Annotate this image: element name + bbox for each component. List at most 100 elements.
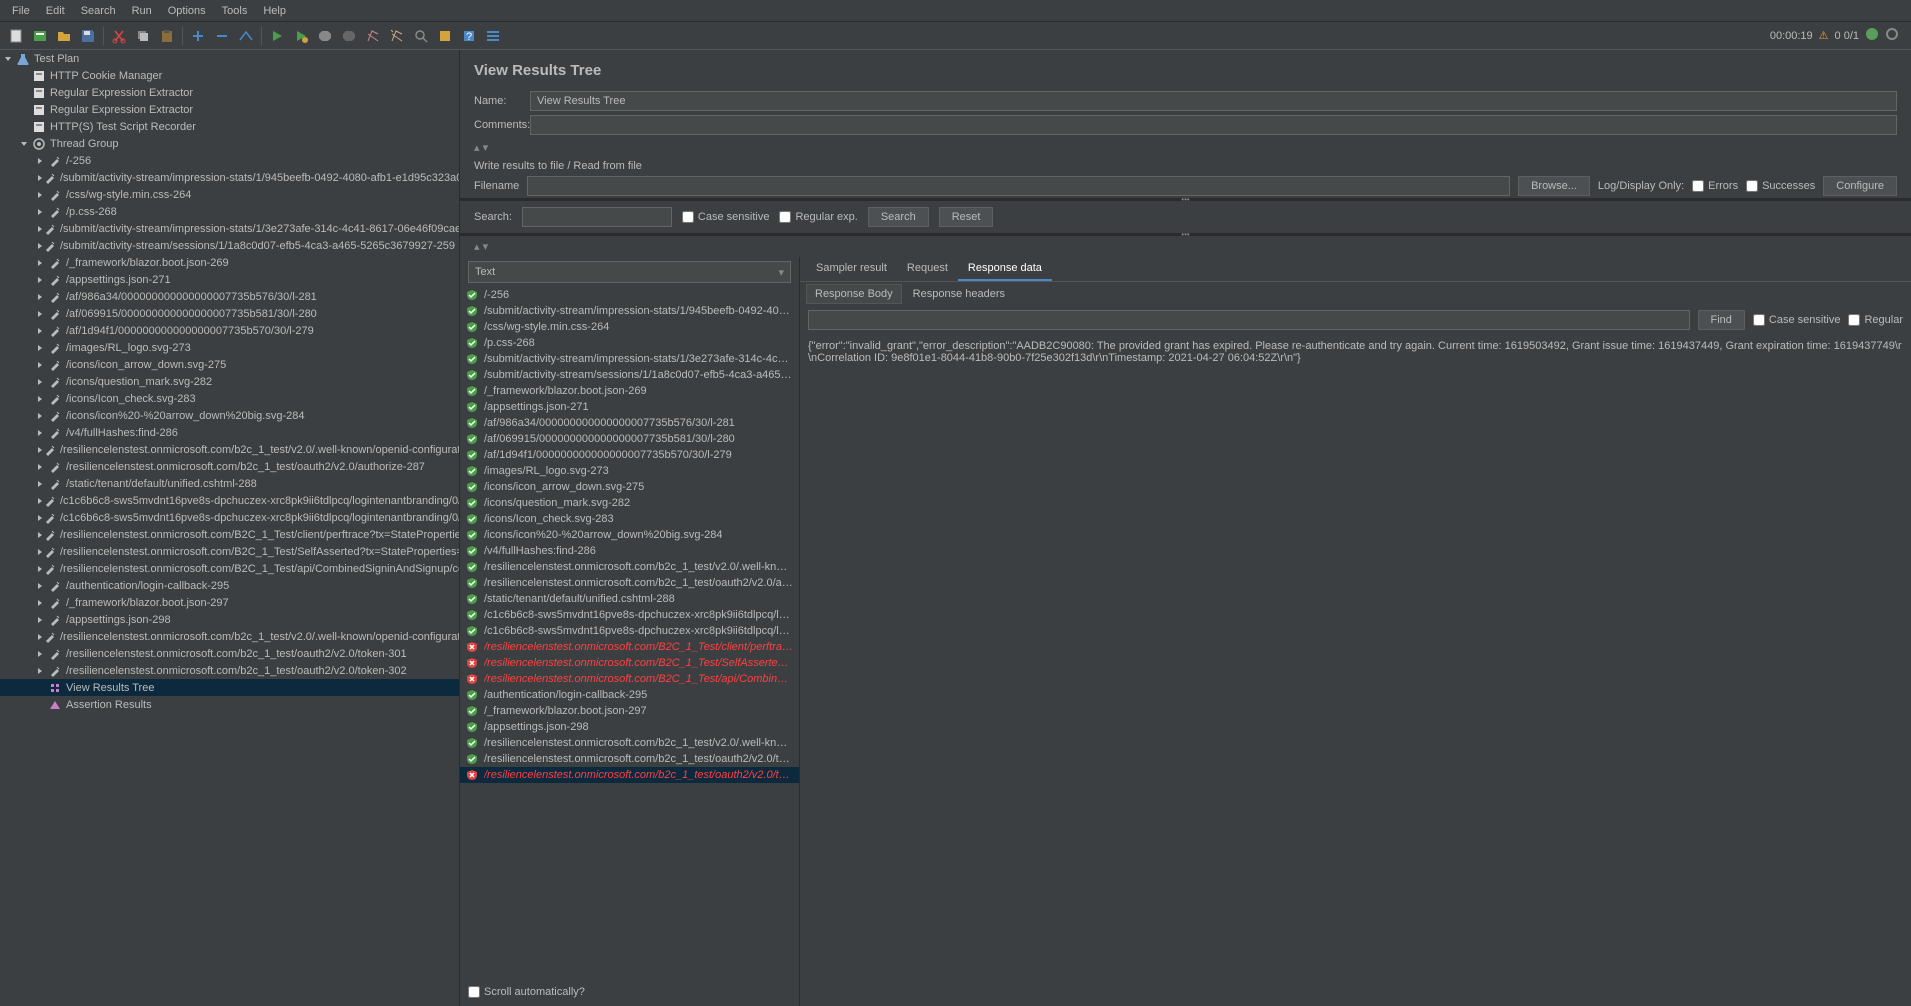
new-icon[interactable] bbox=[5, 25, 27, 47]
name-input[interactable] bbox=[530, 91, 1897, 111]
tab-response-data[interactable]: Response data bbox=[958, 257, 1052, 281]
result-row[interactable]: /appsettings.json-271 bbox=[460, 399, 799, 415]
tree-node[interactable]: /icons/icon_arrow_down.svg-275 bbox=[0, 356, 459, 373]
copy-icon[interactable] bbox=[132, 25, 154, 47]
result-list[interactable]: /-256/submit/activity-stream/impression-… bbox=[460, 287, 799, 978]
result-row[interactable]: /-256 bbox=[460, 287, 799, 303]
result-row[interactable]: /af/986a34/000000000000000007735b576/30/… bbox=[460, 415, 799, 431]
find-regex-checkbox[interactable]: Regular bbox=[1848, 314, 1903, 326]
start-icon[interactable] bbox=[266, 25, 288, 47]
test-plan-tree[interactable]: Test PlanHTTP Cookie ManagerRegular Expr… bbox=[0, 50, 460, 1006]
toggle-icon[interactable] bbox=[235, 25, 257, 47]
save-icon[interactable] bbox=[77, 25, 99, 47]
tree-node[interactable]: /_framework/blazor.boot.json-269 bbox=[0, 254, 459, 271]
comments-input[interactable] bbox=[530, 115, 1897, 135]
tab-request[interactable]: Request bbox=[897, 257, 958, 281]
splitter[interactable] bbox=[460, 198, 1911, 201]
tree-node[interactable]: /icons/question_mark.svg-282 bbox=[0, 373, 459, 390]
result-row[interactable]: /af/069915/000000000000000007735b581/30/… bbox=[460, 431, 799, 447]
collapser[interactable]: ▴ ▾ bbox=[460, 236, 1911, 257]
tree-node[interactable]: /c1c6b6c8-sws5mvdnt16pve8s-dpchuczex-xrc… bbox=[0, 492, 459, 509]
result-row[interactable]: /icons/icon%20-%20arrow_down%20big.svg-2… bbox=[460, 527, 799, 543]
tree-node[interactable]: /-256 bbox=[0, 152, 459, 169]
result-row[interactable]: /submit/activity-stream/impression-stats… bbox=[460, 303, 799, 319]
result-row[interactable]: /c1c6b6c8-sws5mvdnt16pve8s-dpchuczex-xrc… bbox=[460, 607, 799, 623]
tree-node[interactable]: HTTP Cookie Manager bbox=[0, 67, 459, 84]
result-row[interactable]: /icons/icon_arrow_down.svg-275 bbox=[460, 479, 799, 495]
tree-node[interactable]: HTTP(S) Test Script Recorder bbox=[0, 118, 459, 135]
menu-file[interactable]: File bbox=[4, 5, 38, 17]
collapser[interactable]: ▴ ▾ bbox=[460, 137, 1911, 158]
tree-node[interactable]: View Results Tree bbox=[0, 679, 459, 696]
result-row[interactable]: /_framework/blazor.boot.json-297 bbox=[460, 703, 799, 719]
tree-node[interactable]: /af/1d94f1/000000000000000007735b570/30/… bbox=[0, 322, 459, 339]
menu-help[interactable]: Help bbox=[255, 5, 294, 17]
warn-icon[interactable]: ⚠ bbox=[1819, 29, 1829, 42]
paste-icon[interactable] bbox=[156, 25, 178, 47]
tree-node[interactable]: /css/wg-style.min.css-264 bbox=[0, 186, 459, 203]
response-body[interactable]: {"error":"invalid_grant","error_descript… bbox=[800, 334, 1911, 1006]
menu-run[interactable]: Run bbox=[124, 5, 160, 17]
tree-node[interactable]: /submit/activity-stream/sessions/1/1a8c0… bbox=[0, 237, 459, 254]
result-row[interactable]: /submit/activity-stream/sessions/1/1a8c0… bbox=[460, 367, 799, 383]
tree-node[interactable]: /resiliencelenstest.onmicrosoft.com/b2c_… bbox=[0, 441, 459, 458]
tab-sampler-result[interactable]: Sampler result bbox=[806, 257, 897, 281]
tree-node[interactable]: /v4/fullHashes:find-286 bbox=[0, 424, 459, 441]
tree-node[interactable]: /resiliencelenstest.onmicrosoft.com/B2C_… bbox=[0, 560, 459, 577]
list-icon[interactable] bbox=[482, 25, 504, 47]
tree-node[interactable]: /resiliencelenstest.onmicrosoft.com/b2c_… bbox=[0, 628, 459, 645]
result-row[interactable]: /authentication/login-callback-295 bbox=[460, 687, 799, 703]
tree-node[interactable]: /submit/activity-stream/impression-stats… bbox=[0, 220, 459, 237]
gear-icon[interactable] bbox=[1885, 27, 1899, 44]
result-row[interactable]: /css/wg-style.min.css-264 bbox=[460, 319, 799, 335]
start-no-timers-icon[interactable] bbox=[290, 25, 312, 47]
result-row[interactable]: /p.css-268 bbox=[460, 335, 799, 351]
result-row[interactable]: /static/tenant/default/unified.cshtml-28… bbox=[460, 591, 799, 607]
tree-node[interactable]: /resiliencelenstest.onmicrosoft.com/b2c_… bbox=[0, 458, 459, 475]
errors-checkbox[interactable]: Errors bbox=[1692, 180, 1738, 192]
search-input[interactable] bbox=[522, 207, 672, 227]
clear-icon[interactable] bbox=[362, 25, 384, 47]
tree-node[interactable]: /resiliencelenstest.onmicrosoft.com/B2C_… bbox=[0, 543, 459, 560]
result-row[interactable]: /resiliencelenstest.onmicrosoft.com/b2c_… bbox=[460, 575, 799, 591]
menu-options[interactable]: Options bbox=[160, 5, 214, 17]
tree-node[interactable]: /c1c6b6c8-sws5mvdnt16pve8s-dpchuczex-xrc… bbox=[0, 509, 459, 526]
result-row[interactable]: /submit/activity-stream/impression-stats… bbox=[460, 351, 799, 367]
help-icon[interactable]: ? bbox=[458, 25, 480, 47]
clear-all-icon[interactable] bbox=[386, 25, 408, 47]
result-row[interactable]: /resiliencelenstest.onmicrosoft.com/b2c_… bbox=[460, 751, 799, 767]
tree-node[interactable]: Thread Group bbox=[0, 135, 459, 152]
tree-node[interactable]: Assertion Results bbox=[0, 696, 459, 713]
result-row[interactable]: /resiliencelenstest.onmicrosoft.com/B2C_… bbox=[460, 671, 799, 687]
tree-node[interactable]: /p.css-268 bbox=[0, 203, 459, 220]
filename-input[interactable] bbox=[527, 176, 1510, 196]
result-row[interactable]: /appsettings.json-298 bbox=[460, 719, 799, 735]
tree-node[interactable]: /af/986a34/000000000000000007735b576/30/… bbox=[0, 288, 459, 305]
tree-node[interactable]: /appsettings.json-298 bbox=[0, 611, 459, 628]
expand-icon[interactable] bbox=[187, 25, 209, 47]
case-sensitive-checkbox[interactable]: Case sensitive bbox=[682, 211, 770, 223]
configure-button[interactable]: Configure bbox=[1823, 176, 1897, 196]
result-row[interactable]: /icons/Icon_check.svg-283 bbox=[460, 511, 799, 527]
tree-node[interactable]: /images/RL_logo.svg-273 bbox=[0, 339, 459, 356]
result-row[interactable]: /c1c6b6c8-sws5mvdnt16pve8s-dpchuczex-xrc… bbox=[460, 623, 799, 639]
tree-node[interactable]: Regular Expression Extractor bbox=[0, 101, 459, 118]
result-row[interactable]: /icons/question_mark.svg-282 bbox=[460, 495, 799, 511]
function-helper-icon[interactable] bbox=[434, 25, 456, 47]
tree-node[interactable]: /static/tenant/default/unified.cshtml-28… bbox=[0, 475, 459, 492]
result-row[interactable]: /resiliencelenstest.onmicrosoft.com/B2C_… bbox=[460, 655, 799, 671]
tree-node[interactable]: Regular Expression Extractor bbox=[0, 84, 459, 101]
successes-checkbox[interactable]: Successes bbox=[1746, 180, 1815, 192]
result-row[interactable]: /resiliencelenstest.onmicrosoft.com/b2c_… bbox=[460, 559, 799, 575]
tree-node[interactable]: /resiliencelenstest.onmicrosoft.com/b2c_… bbox=[0, 662, 459, 679]
stop-icon[interactable] bbox=[314, 25, 336, 47]
search-button[interactable]: Search bbox=[868, 207, 929, 227]
splitter[interactable] bbox=[460, 233, 1911, 236]
tree-node[interactable]: /authentication/login-callback-295 bbox=[0, 577, 459, 594]
tree-node[interactable]: /appsettings.json-271 bbox=[0, 271, 459, 288]
tree-node[interactable]: /submit/activity-stream/impression-stats… bbox=[0, 169, 459, 186]
tree-node[interactable]: /icons/Icon_check.svg-283 bbox=[0, 390, 459, 407]
templates-icon[interactable] bbox=[29, 25, 51, 47]
result-row[interactable]: /_framework/blazor.boot.json-269 bbox=[460, 383, 799, 399]
regex-checkbox[interactable]: Regular exp. bbox=[779, 211, 857, 223]
